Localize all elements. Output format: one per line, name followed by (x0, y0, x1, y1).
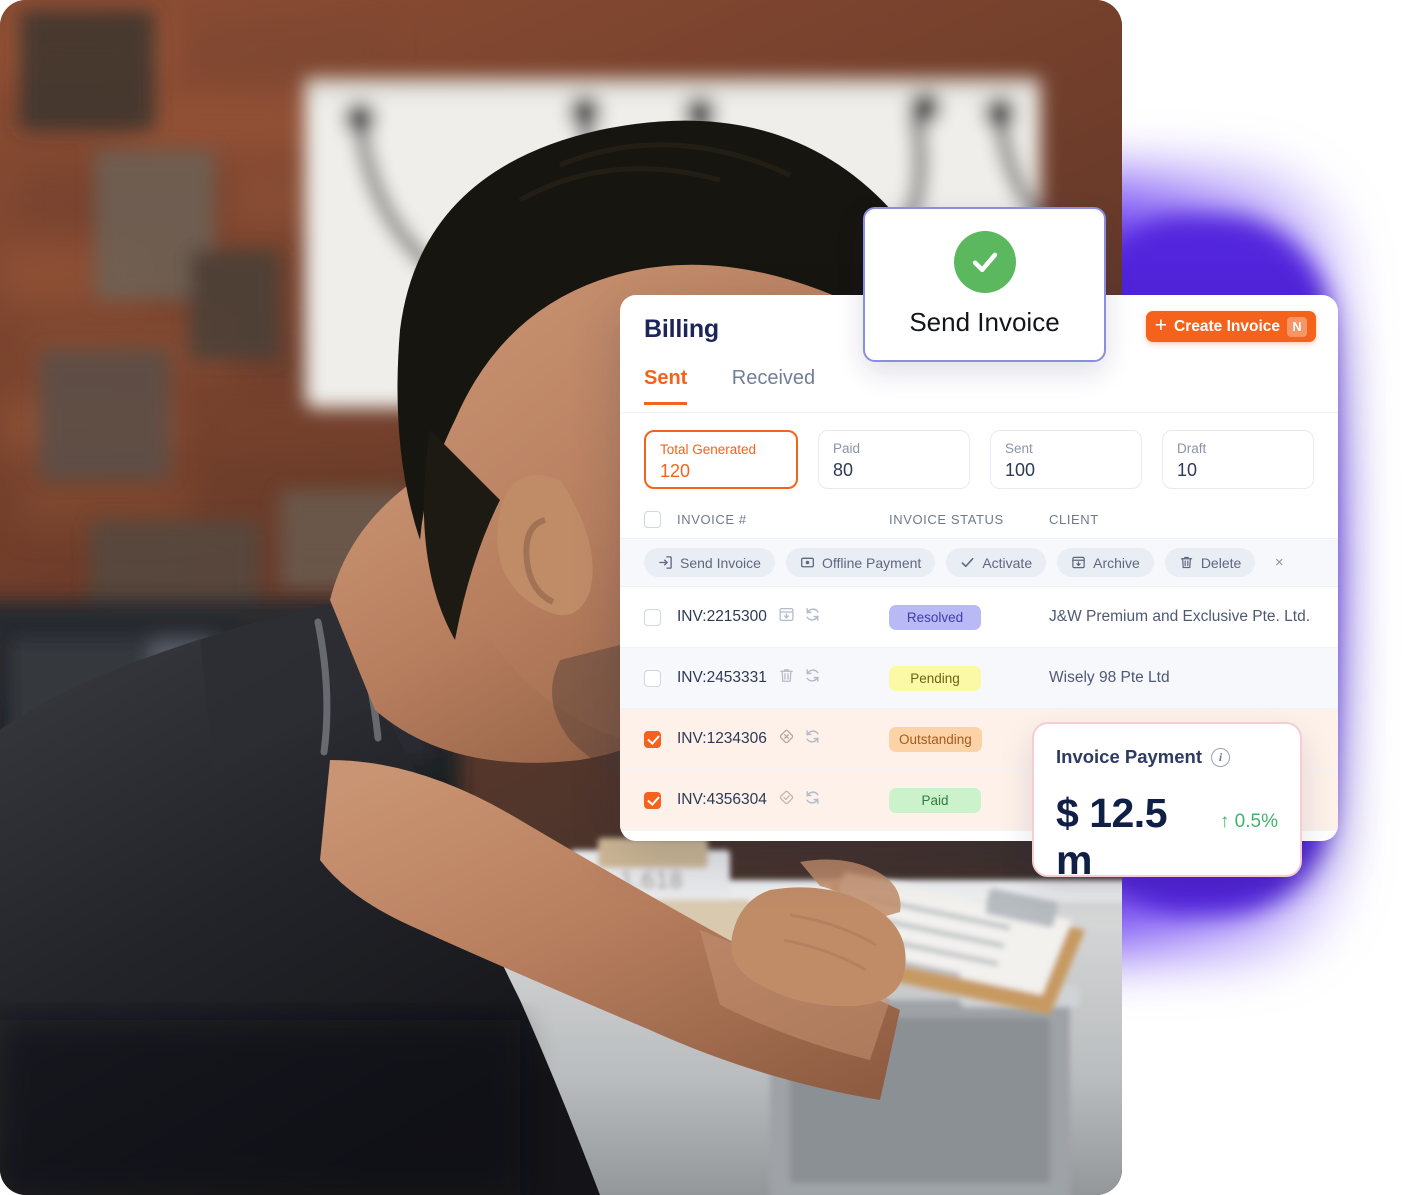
trash-icon (1179, 555, 1194, 570)
invoice-payment-value-row: $ 12.5 m ↑ 0.5% (1056, 790, 1278, 884)
row-status-cell: Resolved (889, 604, 1049, 630)
stat-value: 80 (833, 459, 854, 480)
row-invoice-cell: INV:2453331 (661, 667, 889, 689)
action-archive[interactable]: Archive (1057, 548, 1154, 577)
close-toolbar-button[interactable]: × (1266, 550, 1292, 576)
row-invoice-cell: INV:4356304 (661, 789, 889, 811)
stat-label: Draft (1177, 441, 1207, 456)
status-badge: Paid (889, 787, 981, 813)
action-activate[interactable]: Activate (946, 548, 1047, 577)
stat-label: Paid (833, 441, 861, 456)
row-checkbox[interactable] (644, 791, 661, 809)
send-invoice-popup[interactable]: Send Invoice (863, 207, 1106, 362)
invoice-id: INV:4356304 (677, 791, 767, 808)
send-invoice-icon (658, 555, 673, 570)
row-icon-group (778, 667, 821, 689)
action-label: Offline Payment (821, 554, 922, 571)
column-header-invoice: INVOICE # (677, 512, 747, 527)
stat-value: 10 (1177, 459, 1198, 480)
row-client-cell: Wisely 98 Pte Ltd (1049, 669, 1170, 686)
select-all-checkbox[interactable] (644, 511, 661, 528)
invoice-payment-delta: ↑ 0.5% (1219, 811, 1278, 832)
row-icon-group (778, 728, 821, 750)
stat-label: Sent (1005, 441, 1033, 456)
refresh-icon[interactable] (804, 728, 821, 750)
row-icon-group (778, 606, 821, 628)
page-title: Billing (644, 315, 719, 343)
row-checkbox[interactable] (644, 608, 661, 626)
row-checkbox[interactable] (644, 730, 661, 748)
invoice-id: INV:2453331 (677, 669, 767, 686)
trash-icon[interactable] (778, 667, 795, 689)
column-header-status: INVOICE STATUS (889, 512, 1004, 527)
table-row[interactable]: INV:2215300 Resolved J&W Premium and Exc… (620, 587, 1338, 648)
stat-card-total-generated[interactable]: Total Generated 120 (644, 430, 798, 489)
billing-tabs: Sent Received (620, 367, 1338, 413)
tab-sent[interactable]: Sent (644, 367, 688, 405)
invoice-id: INV:2215300 (677, 608, 767, 625)
status-badge: Resolved (889, 604, 981, 630)
row-client-cell: J&W Premium and Exclusive Pte. Ltd. (1049, 608, 1311, 625)
action-send-invoice[interactable]: Send Invoice (644, 548, 775, 577)
status-badge: Pending (889, 665, 981, 691)
refresh-icon[interactable] (804, 789, 821, 811)
archive-icon (1071, 555, 1086, 570)
diamond-cross-icon[interactable] (778, 728, 795, 750)
action-label: Delete (1200, 554, 1242, 571)
archive-icon[interactable] (778, 606, 795, 628)
table-header: INVOICE # INVOICE STATUS CLIENT (620, 503, 1338, 538)
row-invoice-cell: INV:2215300 (661, 606, 889, 628)
action-label: Archive (1093, 554, 1140, 571)
diamond-check-icon[interactable] (778, 789, 795, 811)
plus-icon: + (1154, 314, 1168, 337)
offline-payment-icon (800, 555, 815, 570)
stat-value: 100 (1005, 459, 1036, 480)
invoice-payment-card: Invoice Payment i $ 12.5 m ↑ 0.5% (1032, 722, 1302, 883)
create-invoice-label: Create Invoice (1174, 317, 1280, 335)
table-row[interactable]: INV:2453331 Pending Wisely 98 Pte Ltd (620, 648, 1338, 709)
stats-row: Total Generated 120 Paid 80 Sent 100 Dra… (620, 413, 1338, 503)
stat-card-sent[interactable]: Sent 100 (990, 430, 1142, 489)
create-invoice-button[interactable]: + Create Invoice N (1145, 311, 1316, 342)
invoice-payment-title-row: Invoice Payment i (1056, 746, 1278, 768)
refresh-icon[interactable] (804, 667, 821, 689)
row-icon-group (778, 789, 821, 811)
send-invoice-popup-label: Send Invoice (909, 307, 1060, 337)
check-circle-icon (953, 231, 1016, 293)
stat-value: 120 (660, 460, 691, 481)
row-checkbox[interactable] (644, 669, 661, 687)
action-label: Send Invoice (680, 554, 761, 571)
status-badge: Outstanding (889, 726, 982, 752)
column-header-client: CLIENT (1049, 512, 1099, 527)
check-icon (960, 555, 975, 570)
screenshot-root: 1.618 Billing + Create Invoice N Sent Re… (0, 0, 1425, 1195)
row-invoice-cell: INV:1234306 (661, 728, 889, 750)
info-icon[interactable]: i (1211, 747, 1231, 767)
invoice-payment-title: Invoice Payment (1056, 746, 1203, 767)
stat-card-paid[interactable]: Paid 80 (818, 430, 970, 489)
action-delete[interactable]: Delete (1164, 548, 1256, 577)
action-offline-payment[interactable]: Offline Payment (785, 548, 936, 577)
row-status-cell: Paid (889, 787, 1049, 813)
invoice-payment-amount: $ 12.5 m (1056, 790, 1167, 883)
stat-label: Total Generated (660, 442, 757, 457)
bulk-action-toolbar: Send Invoice Offline Payment Activate Ar… (620, 538, 1338, 587)
tab-received[interactable]: Received (732, 367, 815, 402)
action-label: Activate (982, 554, 1033, 571)
invoice-id: INV:1234306 (677, 730, 767, 747)
row-status-cell: Outstanding (889, 726, 1049, 752)
refresh-icon[interactable] (804, 606, 821, 628)
stat-card-draft[interactable]: Draft 10 (1162, 430, 1314, 489)
create-invoice-shortcut: N (1287, 316, 1307, 337)
row-status-cell: Pending (889, 665, 1049, 691)
